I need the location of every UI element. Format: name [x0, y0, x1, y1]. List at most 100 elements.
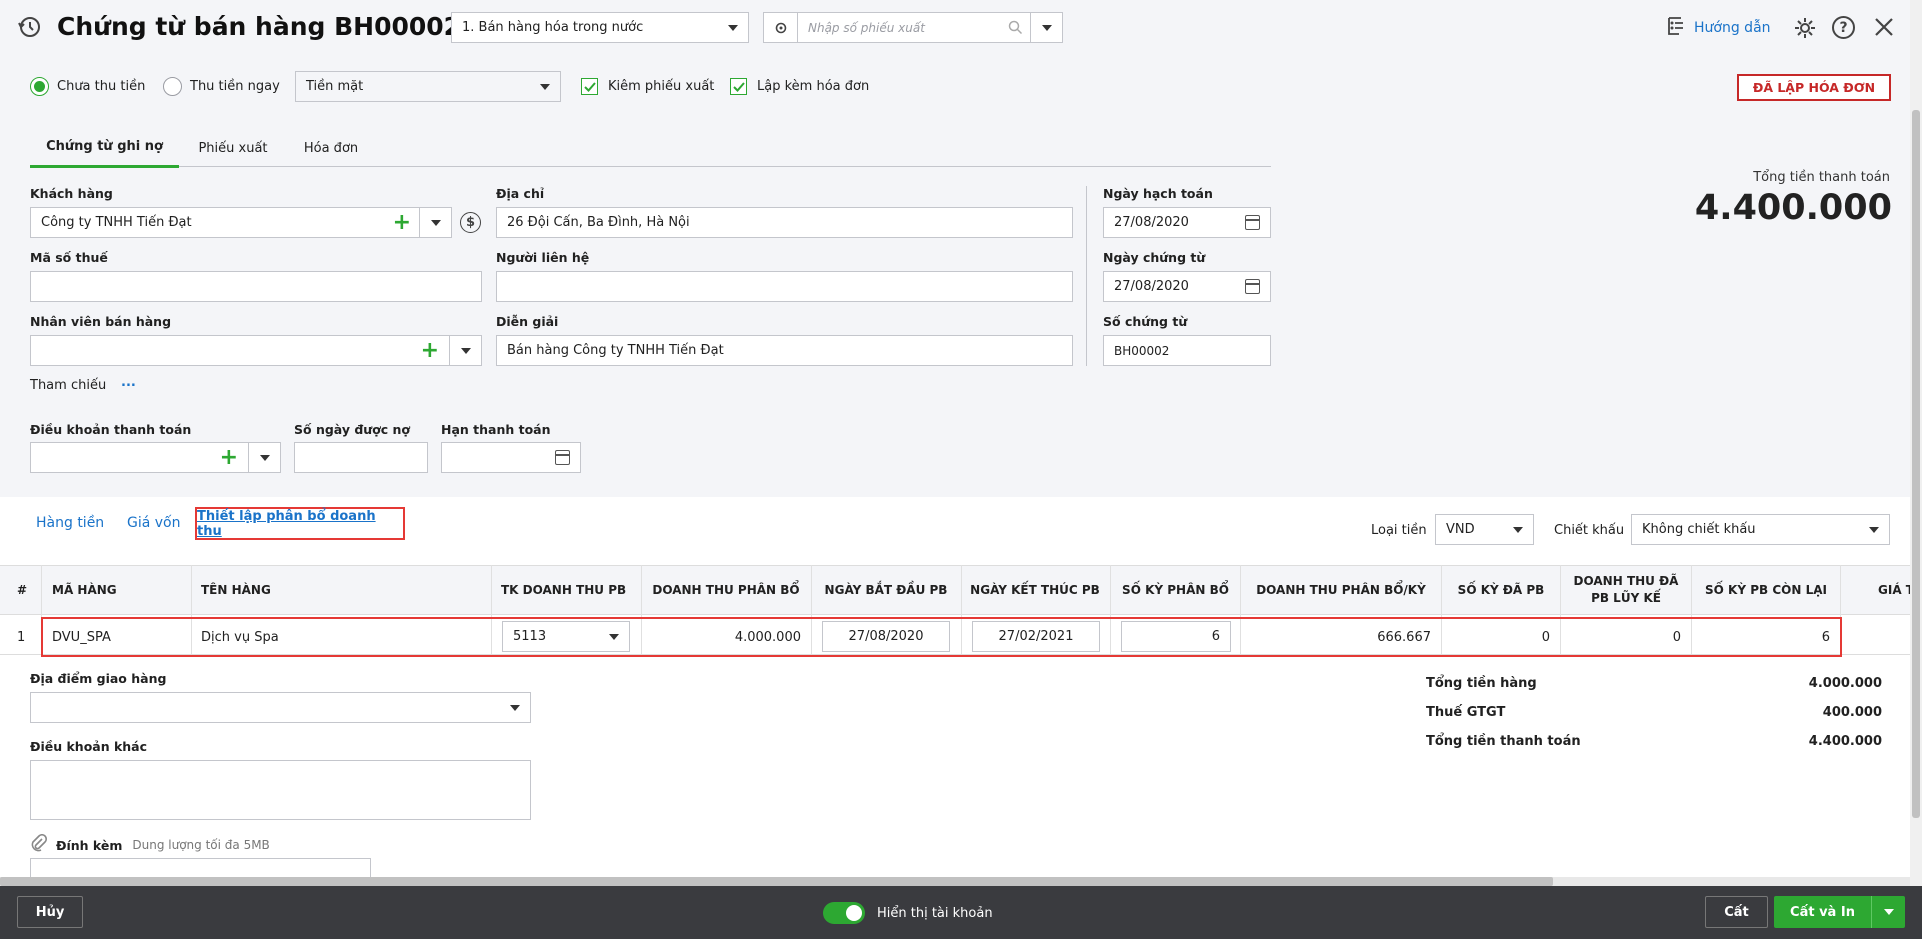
currency-dollar-icon[interactable]: $ [460, 212, 481, 233]
save-print-label: Cất và In [1790, 904, 1855, 920]
save-print-button[interactable]: Cất và In [1774, 896, 1905, 928]
tab-invoice[interactable]: Hóa đơn [288, 128, 374, 168]
tab-label: Hóa đơn [303, 140, 359, 156]
payment-method-select[interactable]: Tiền mặt [295, 71, 561, 102]
col-header-periods: SỐ KỲ PHÂN BỔ [1122, 583, 1229, 597]
description-label: Diễn giải [496, 314, 559, 329]
radio-paid[interactable]: Thu tiền ngay [163, 77, 280, 96]
reference-more-link[interactable]: ... [121, 375, 136, 390]
delivery-select[interactable] [30, 692, 531, 723]
show-account-toggle[interactable]: Hiển thị tài khoản [823, 902, 993, 924]
close-icon[interactable] [1873, 16, 1895, 42]
check-export-label: Kiêm phiếu xuất [608, 79, 715, 94]
save-button[interactable]: Cất [1705, 896, 1768, 928]
discount-select[interactable]: Không chiết khấu [1631, 514, 1890, 545]
customer-label: Khách hàng [30, 186, 113, 201]
horizontal-scrollbar[interactable] [0, 877, 1910, 886]
attachment-row: Đính kèm Dung lượng tối đa 5MB [30, 833, 270, 856]
doc-number-label: Số chứng từ [1103, 314, 1188, 329]
check-export[interactable]: Kiêm phiếu xuất [581, 78, 714, 95]
currency-select[interactable]: VND [1435, 514, 1534, 545]
contact-input[interactable] [496, 271, 1073, 302]
gear-icon[interactable] [764, 13, 798, 42]
checkbox-checked-icon [581, 78, 598, 95]
posting-date-input[interactable]: 27/08/2020 [1103, 207, 1271, 238]
invoice-status-badge: ĐÃ LẬP HÓA ĐƠN [1737, 74, 1891, 101]
detail-tab-cost[interactable]: Giá vốn [127, 515, 181, 531]
vertical-scrollbar-thumb[interactable] [1912, 110, 1920, 818]
cell-item-code[interactable]: DVU_SPA [52, 619, 111, 655]
cell-index: 1 [17, 629, 26, 645]
sum-total-value: 4.400.000 [1808, 734, 1882, 749]
settings-icon[interactable] [1793, 16, 1817, 44]
add-terms-icon[interactable]: + [220, 446, 238, 469]
description-value: Bán hàng Công ty TNHH Tiến Đạt [507, 343, 724, 358]
toggle-label: Hiển thị tài khoản [877, 905, 993, 921]
tab-label: Phiếu xuất [198, 140, 268, 156]
contact-label: Người liên hệ [496, 250, 590, 265]
payment-terms-label: Điều khoản thanh toán [30, 422, 192, 437]
calendar-icon[interactable] [1245, 279, 1260, 294]
radio-paid-icon [163, 77, 182, 96]
description-input[interactable]: Bán hàng Công ty TNHH Tiến Đạt [496, 335, 1073, 366]
history-icon[interactable] [16, 14, 42, 40]
due-date-label: Hạn thanh toán [441, 422, 551, 437]
customer-input[interactable]: Công ty TNHH Tiến Đạt + [30, 207, 452, 238]
cell-periods-input[interactable]: 6 [1121, 621, 1231, 652]
cell-item-name[interactable]: Dịch vụ Spa [201, 619, 279, 655]
payment-terms-input[interactable]: + [30, 442, 281, 473]
end-date-value: 27/02/2021 [998, 629, 1074, 644]
col-header-periods-done: SỐ KỲ ĐÃ PB [1457, 583, 1545, 597]
cell-start-date-input[interactable]: 27/08/2020 [822, 621, 950, 652]
radio-unpaid[interactable]: Chưa thu tiền [30, 77, 145, 96]
vertical-scrollbar[interactable] [1910, 0, 1922, 886]
other-terms-textarea[interactable] [30, 760, 531, 820]
tab-debit-voucher[interactable]: Chứng từ ghi nợ [30, 128, 179, 168]
calendar-icon[interactable] [1245, 215, 1260, 230]
check-invoice[interactable]: Lập kèm hóa đơn [730, 78, 869, 95]
detail-tab-revenue-allocation[interactable]: Thiết lập phân bổ doanh thu [195, 507, 405, 540]
tab-label: Chứng từ ghi nợ [46, 139, 163, 154]
calendar-icon[interactable] [555, 450, 570, 465]
credit-days-input[interactable] [294, 442, 428, 473]
search-input[interactable]: Nhập số phiếu xuất [798, 21, 1000, 35]
periods-value: 6 [1211, 629, 1220, 644]
customer-dropdown[interactable] [419, 208, 451, 237]
add-staff-icon[interactable]: + [421, 339, 439, 362]
export-search-box[interactable]: Nhập số phiếu xuất [763, 12, 1063, 43]
cancel-button[interactable]: Hủy [17, 896, 83, 928]
tax-code-input[interactable] [30, 271, 482, 302]
due-date-input[interactable] [441, 442, 581, 473]
detail-tab-goods[interactable]: Hàng tiền [36, 515, 104, 531]
staff-dropdown[interactable] [449, 336, 481, 365]
voucher-type-select[interactable]: 1. Bán hàng hóa trong nước [451, 12, 749, 43]
terms-dropdown[interactable] [248, 443, 280, 472]
save-print-dropdown[interactable] [1871, 896, 1905, 928]
address-input[interactable]: 26 Đội Cấn, Ba Đình, Hà Nội [496, 207, 1073, 238]
search-dropdown-button[interactable] [1030, 13, 1062, 42]
col-header-start-date: NGÀY BẮT ĐẦU PB [824, 583, 948, 597]
sales-staff-input[interactable]: + [30, 335, 482, 366]
posting-date-value: 27/08/2020 [1114, 215, 1189, 230]
delivery-label: Địa điểm giao hàng [30, 671, 167, 686]
tab-export-slip[interactable]: Phiếu xuất [188, 128, 278, 168]
question-icon[interactable]: ? [1832, 16, 1855, 39]
doc-date-input[interactable]: 27/08/2020 [1103, 271, 1271, 302]
col-header-end-date: NGÀY KẾT THÚC PB [970, 583, 1100, 597]
col-header-revenue-per-period: DOANH THU PHÂN BỔ/KỲ [1256, 583, 1426, 597]
toggle-switch-icon [823, 902, 865, 924]
cell-end-date-input[interactable]: 27/02/2021 [972, 621, 1100, 652]
col-header-periods-left: SỐ KỲ PB CÒN LẠI [1705, 583, 1827, 597]
horizontal-scrollbar-thumb[interactable] [0, 877, 1553, 886]
voucher-type-value: 1. Bán hàng hóa trong nước [462, 20, 644, 35]
help-link[interactable]: Hướng dẫn [1666, 15, 1771, 41]
cell-revenue-account-select[interactable]: 5113 [502, 621, 630, 652]
search-icon[interactable] [1000, 20, 1030, 35]
add-customer-icon[interactable]: + [393, 211, 411, 234]
address-value: 26 Đội Cấn, Ba Đình, Hà Nội [507, 215, 690, 230]
doc-number-value: BH00002 [1114, 343, 1170, 358]
attachment-dropzone[interactable] [30, 858, 371, 878]
paperclip-icon[interactable] [30, 833, 48, 856]
cell-allocated-revenue[interactable]: 4.000.000 [641, 619, 801, 655]
doc-number-input[interactable]: BH00002 [1103, 335, 1271, 366]
